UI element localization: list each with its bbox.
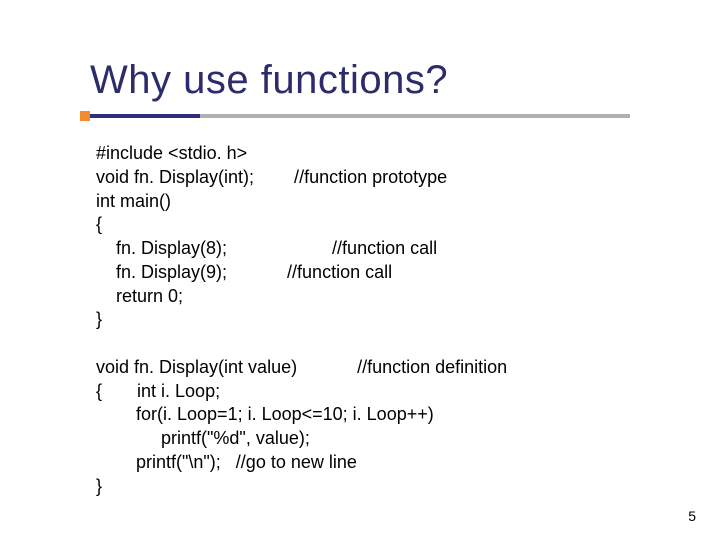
accent-square-icon — [80, 111, 90, 121]
code-line: } — [96, 476, 102, 496]
code-line: printf("\n"); //go to new line — [96, 452, 357, 472]
code-line: { — [96, 214, 102, 234]
code-line: void fn. Display(int value) //function d… — [96, 357, 507, 377]
title-underline — [90, 114, 630, 118]
code-line: } — [96, 309, 102, 329]
slide: Why use functions? #include <stdio. h> v… — [0, 0, 720, 540]
code-line: int main() — [96, 191, 171, 211]
page-number: 5 — [688, 508, 696, 524]
code-line: { int i. Loop; — [96, 381, 220, 401]
title-wrap: Why use functions? — [90, 58, 448, 103]
code-line: for(i. Loop=1; i. Loop<=10; i. Loop++) — [96, 404, 434, 424]
code-line: printf("%d", value); — [96, 428, 310, 448]
slide-title: Why use functions? — [90, 58, 448, 102]
code-line: #include <stdio. h> — [96, 143, 247, 163]
code-block: #include <stdio. h> void fn. Display(int… — [96, 142, 507, 498]
code-line: void fn. Display(int); //function protot… — [96, 167, 447, 187]
code-line: fn. Display(8); //function call — [96, 238, 437, 258]
code-line: return 0; — [96, 286, 183, 306]
code-line: fn. Display(9); //function call — [96, 262, 392, 282]
